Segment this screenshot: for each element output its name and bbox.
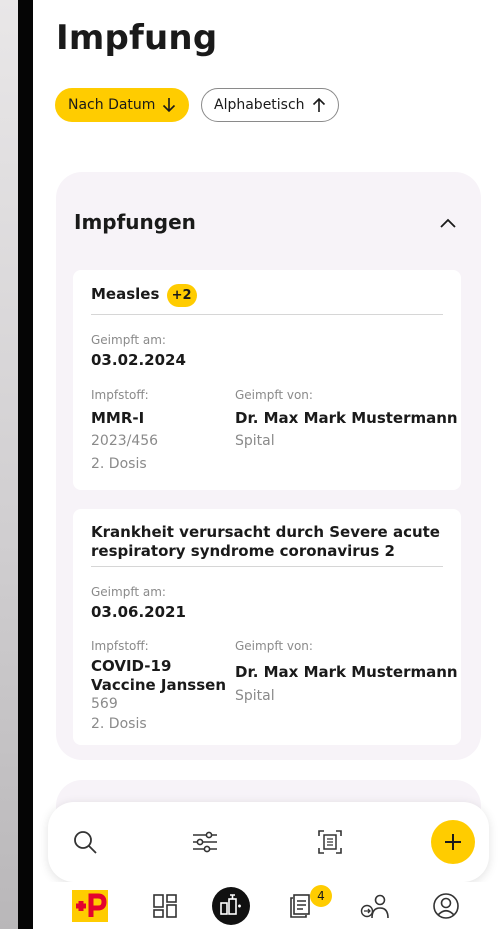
bottom-tab-bar [33,882,503,929]
collapse-button[interactable] [435,210,461,236]
sort-alphabetical-button[interactable]: Alphabetisch [201,88,339,122]
tab-profile[interactable] [426,888,466,924]
more-diseases-badge: +2 [166,284,197,307]
tab-vaccination[interactable] [211,887,251,925]
tab-home[interactable] [70,888,110,924]
filter-button[interactable] [185,822,225,862]
person-share-icon [360,894,389,919]
vaccine-name: COVID-19 Vaccine Janssen [91,657,226,694]
disease-label: Measles [91,285,160,303]
vaccination-place: Spital [235,433,275,449]
background-edge [0,0,18,929]
vaccine-dose: 2. Dosis [91,716,147,732]
sort-by-date-button[interactable]: Nach Datum [55,88,190,122]
tab-dashboard[interactable] [145,888,185,924]
vaccination-place: Spital [235,688,275,704]
vaccine-label: Impfstoff: [91,639,149,653]
chevron-up-icon [440,218,456,228]
disease-name: Krankheit verursacht durch Severe acute … [91,523,440,560]
documents-count-badge: 4 [310,885,332,907]
vaccinations-section: Impfungen Measles +2 Geimpft am: 03.02.2… [56,172,481,760]
plus-icon [445,834,461,850]
page-title: Impfung [56,18,218,58]
card-divider [91,566,443,567]
scan-button[interactable] [310,822,350,862]
action-bar [48,802,489,882]
section-title: Impfungen [74,210,196,234]
vaccination-card[interactable]: Measles +2 Geimpft am: 03.02.2024 Impfst… [73,270,461,490]
tab-sharing[interactable] [355,888,395,924]
vaccine-dose: 2. Dosis [91,456,147,472]
post-logo-icon [72,890,108,922]
arrow-up-icon [312,97,325,112]
vaccine-lot: 2023/456 [91,433,159,449]
filter-sliders-icon [193,831,217,853]
arrow-down-icon [163,98,176,113]
doctor-name: Dr. Max Mark Mustermann [235,663,458,681]
disease-name: Measles +2 [91,284,441,307]
vaccination-date: 03.06.2021 [91,603,186,621]
documents-icon [290,894,310,918]
vaccine-name: MMR-I [91,409,145,427]
search-icon [74,831,97,854]
date-label: Geimpft am: [91,585,166,599]
card-divider [91,314,443,315]
profile-icon [433,893,459,919]
sort-by-date-label: Nach Datum [68,97,156,113]
app-screen: Impfung Nach Datum Alphabetisch Impfunge… [33,0,503,929]
vaccine-label: Impfstoff: [91,388,149,402]
vaccination-card[interactable]: Krankheit verursacht durch Severe acute … [73,509,461,745]
vaccination-date: 03.02.2024 [91,351,186,369]
doctor-name: Dr. Max Mark Mustermann [235,409,458,427]
search-button[interactable] [65,822,105,862]
add-button[interactable] [431,820,475,864]
vaccinated-by-label: Geimpft von: [235,639,313,653]
scan-document-icon [318,830,342,854]
vaccinated-by-label: Geimpft von: [235,388,313,402]
vaccine-lot: 569 [91,696,118,712]
sort-alphabetical-label: Alphabetisch [214,97,305,113]
vaccination-icon [212,887,250,925]
dashboard-icon [153,894,177,918]
date-label: Geimpft am: [91,333,166,347]
screen-bezel [18,0,33,929]
